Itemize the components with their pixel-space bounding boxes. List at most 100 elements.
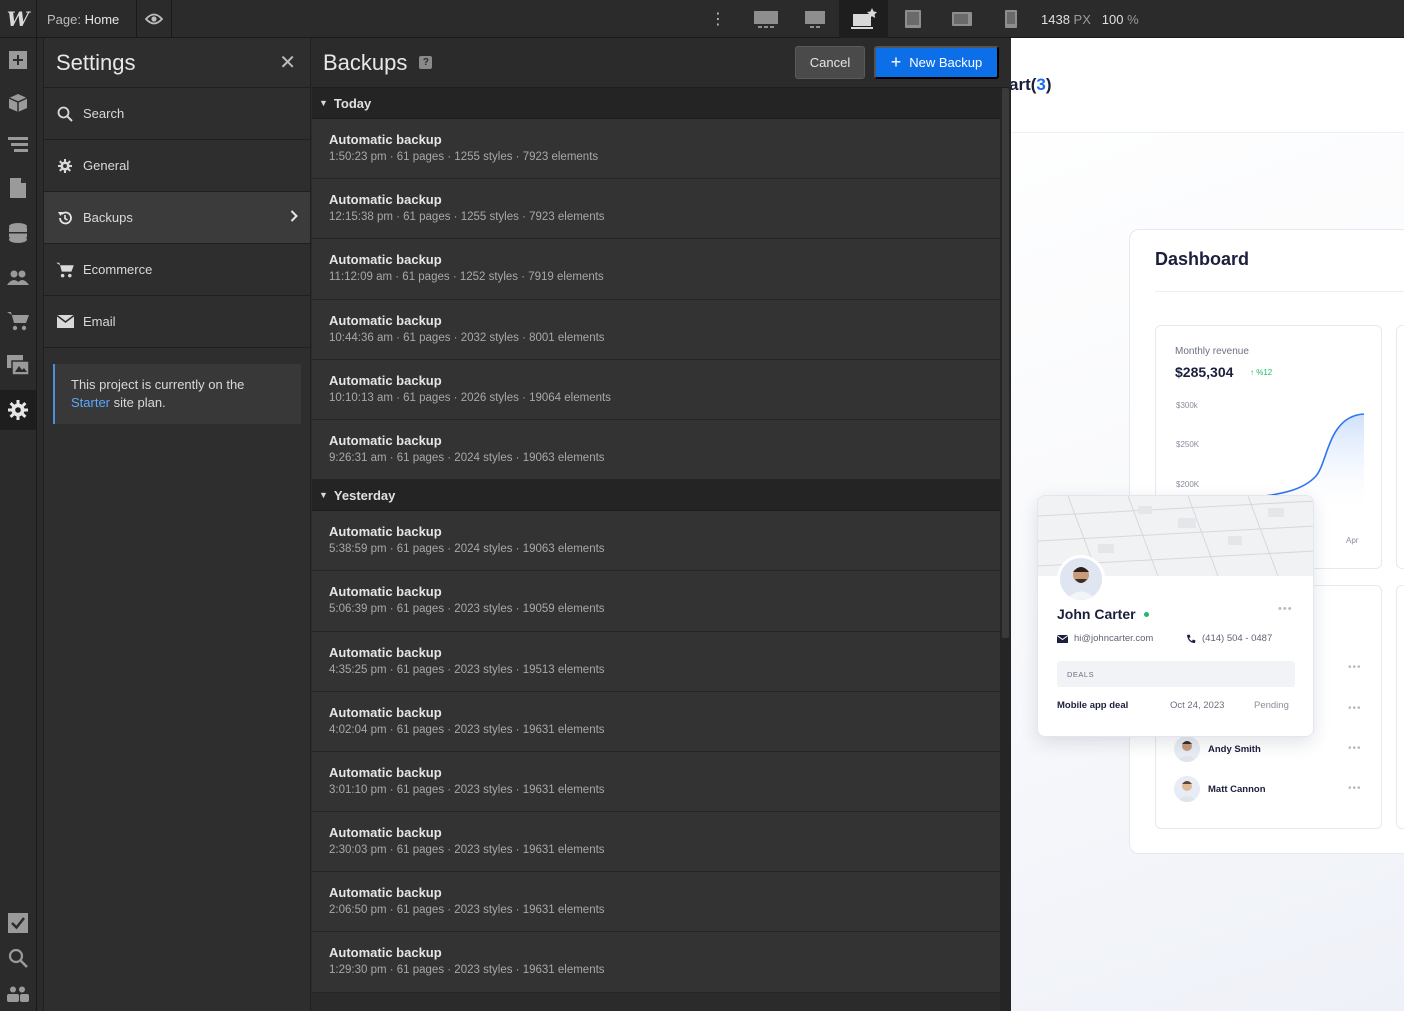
backup-row[interactable]: Automatic backup 9:26:31 am · 61 pages · … <box>312 419 1000 481</box>
plan-note-suffix: site plan. <box>113 395 166 410</box>
cancel-button[interactable]: Cancel <box>795 46 865 79</box>
settings-item-email[interactable]: Email <box>44 296 310 348</box>
new-backup-button[interactable]: + New Backup <box>874 46 999 79</box>
settings-item-general[interactable]: General <box>44 140 310 192</box>
backup-meta: 10:10:13 am · 61 pages · 2026 styles · 1… <box>329 391 611 404</box>
pages-icon[interactable] <box>0 168 36 208</box>
backups-header: Backups ? Cancel + New Backup <box>312 38 1011 88</box>
stat-card <box>1396 585 1404 829</box>
breakpoint-base-icon[interactable] <box>839 0 888 38</box>
more-dots-icon[interactable]: ••• <box>1348 743 1362 754</box>
components-cube-icon[interactable] <box>0 83 36 123</box>
backup-row[interactable]: Automatic backup 5:38:59 pm · 61 pages · … <box>312 511 1000 572</box>
breakpoint-landscape-icon[interactable] <box>937 0 986 38</box>
more-dots-icon[interactable]: ••• <box>1348 783 1362 794</box>
users-icon[interactable] <box>0 258 36 298</box>
deal-name: Mobile app deal <box>1057 700 1129 711</box>
backup-title: Automatic backup <box>329 432 442 448</box>
mail-icon <box>56 313 74 331</box>
more-options-icon[interactable]: ⋮ <box>706 0 730 38</box>
backup-list-scrollbar[interactable] <box>1000 88 1011 1011</box>
online-status-dot <box>1144 612 1149 617</box>
backup-row[interactable]: Automatic backup 2:30:03 pm · 61 pages · … <box>312 812 1000 873</box>
backup-row[interactable]: Automatic backup 3:01:10 pm · 61 pages · … <box>312 751 1000 813</box>
preview-eye-icon[interactable] <box>136 0 172 38</box>
backup-row[interactable]: Automatic backup 4:35:25 pm · 61 pages · … <box>312 631 1000 692</box>
backup-title: Automatic backup <box>329 764 442 780</box>
settings-item-ecommerce[interactable]: Ecommerce <box>44 244 310 296</box>
ecommerce-cart-icon[interactable] <box>0 301 36 341</box>
search-icon <box>56 105 74 123</box>
settings-item-backups[interactable]: Backups <box>44 192 310 244</box>
more-dots-icon[interactable]: ••• <box>1278 603 1293 615</box>
cart-prefix: art( <box>1011 75 1037 94</box>
settings-gear-icon[interactable] <box>0 390 36 430</box>
backup-row[interactable]: Automatic backup 10:10:13 am · 61 pages ·… <box>312 359 1000 420</box>
backup-meta: 11:12:09 am · 61 pages · 1252 styles · 7… <box>329 271 604 284</box>
contact-email[interactable]: hi@johncarter.com <box>1057 633 1153 644</box>
backup-row[interactable]: Automatic backup 4:02:04 pm · 61 pages · … <box>312 691 1000 752</box>
top-bar: W Page: Home ⋮ 1438 PX 100 % <box>0 0 1404 38</box>
breakpoint-tablet-icon[interactable] <box>888 0 937 38</box>
backup-row[interactable]: Automatic backup 10:44:36 am · 61 pages ·… <box>312 299 1000 360</box>
contact-avatar <box>1057 555 1105 603</box>
search-icon[interactable] <box>0 938 36 978</box>
audit-checkbox-icon[interactable] <box>0 903 36 943</box>
help-icon[interactable]: ? <box>419 56 433 69</box>
mail-icon <box>1057 634 1068 643</box>
backup-row[interactable]: Automatic backup 1:50:23 pm · 61 pages · … <box>312 119 1000 180</box>
phone-icon <box>1187 634 1196 643</box>
assets-icon[interactable] <box>0 345 36 385</box>
avatar <box>1174 776 1200 802</box>
backup-row[interactable]: Automatic backup 11:12:09 am · 61 pages ·… <box>312 239 1000 300</box>
backup-meta: 12:15:38 pm · 61 pages · 1255 styles · 7… <box>329 211 605 224</box>
cart-suffix: ) <box>1045 75 1052 94</box>
cart-count: 3 <box>1036 75 1046 94</box>
group-header-today[interactable]: ▼ Today <box>312 88 1000 119</box>
backup-title: Automatic backup <box>329 312 442 328</box>
width-value: 1438 <box>1041 12 1070 27</box>
site-plan-notice: This project is currently on the Starter… <box>53 364 301 424</box>
add-panel-icon[interactable] <box>0 40 36 80</box>
backup-row[interactable]: Automatic backup 1:29:30 pm · 61 pages · … <box>312 932 1000 993</box>
more-dots-icon[interactable]: ••• <box>1348 703 1362 714</box>
collaborators-icon[interactable] <box>0 974 36 1011</box>
navigator-icon[interactable] <box>0 125 36 165</box>
design-canvas[interactable]: art(3) Dashboard Monthly revenue $285,30… <box>1011 38 1404 1011</box>
deal-status: Pending <box>1254 700 1289 711</box>
backup-title: Automatic backup <box>329 945 442 961</box>
settings-item-search[interactable]: Search <box>44 88 310 140</box>
cart-link[interactable]: art(3) <box>1011 75 1052 95</box>
canvas-dimensions: 1438 PX 100 % <box>1041 12 1139 27</box>
person-row[interactable]: Andy Smith <box>1174 736 1261 762</box>
page-name: Home <box>84 12 120 27</box>
left-toolbar <box>0 38 37 1011</box>
backup-meta: 3:01:10 pm · 61 pages · 2023 styles · 19… <box>329 783 605 796</box>
chevron-right-icon <box>290 210 298 225</box>
page-prefix: Page: <box>47 12 81 27</box>
backup-meta: 1:29:30 pm · 61 pages · 2023 styles · 19… <box>329 964 605 977</box>
breakpoint-1440-icon[interactable] <box>790 0 839 38</box>
close-icon[interactable]: ✕ <box>279 50 296 75</box>
breakpoint-mobile-icon[interactable] <box>986 0 1035 38</box>
contact-phone[interactable]: (414) 504 - 0487 <box>1186 633 1272 644</box>
backup-row[interactable]: Automatic backup 2:06:50 pm · 61 pages · … <box>312 872 1000 933</box>
backup-row[interactable]: Automatic backup 5:06:39 pm · 61 pages · … <box>312 571 1000 632</box>
backups-title: Backups <box>323 49 408 75</box>
backup-title: Automatic backup <box>329 372 442 388</box>
group-header-yesterday[interactable]: ▼ Yesterday <box>312 480 1000 512</box>
breakpoint-1920-icon[interactable] <box>741 0 790 38</box>
plan-link[interactable]: Starter <box>71 395 110 410</box>
deal-date: Oct 24, 2023 <box>1170 700 1225 711</box>
more-dots-icon[interactable]: ••• <box>1348 662 1362 673</box>
group-label: Today <box>333 95 372 111</box>
backup-row[interactable]: Automatic backup 12:15:38 pm · 61 pages ·… <box>312 179 1000 240</box>
person-row[interactable]: Matt Cannon <box>1174 776 1266 802</box>
restore-icon <box>56 209 74 227</box>
page-selector[interactable]: Page: Home <box>47 12 119 27</box>
scrollbar-thumb[interactable] <box>1002 88 1009 638</box>
zoom-value: 100 <box>1101 12 1124 27</box>
group-label: Yesterday <box>333 487 396 503</box>
webflow-logo[interactable]: W <box>0 0 37 38</box>
cms-database-icon[interactable] <box>0 213 36 253</box>
